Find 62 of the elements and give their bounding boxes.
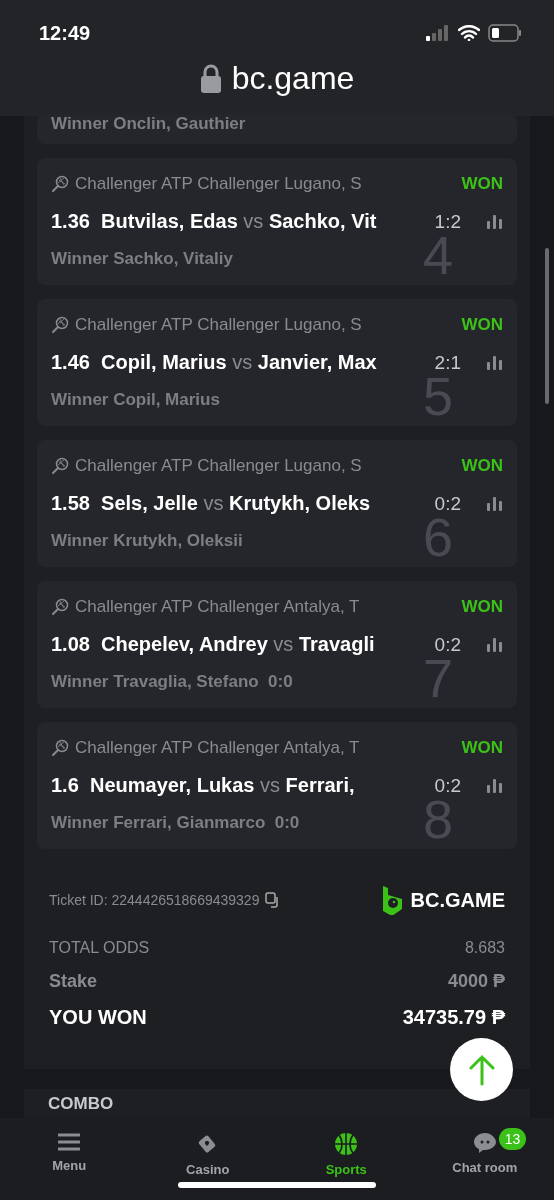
tennis-racket-icon [51,739,69,757]
tennis-racket-icon [51,175,69,193]
match-line: 1.58 Sels, Jelle vs Krutykh, Oleks [51,492,372,515]
menu-icon [58,1132,81,1152]
winner-text: Winner Copil, Marius [51,390,220,410]
league-name: Challenger ATP Challenger Lugano, S [75,174,363,194]
match-line: 1.46 Copil, Marius vs Janvier, Max [51,351,378,374]
summary-label: TOTAL ODDS [49,939,150,957]
battery-icon [488,24,522,42]
match-score: 0:2 [434,492,461,515]
tennis-racket-icon [51,457,69,475]
basketball-icon [334,1132,359,1156]
bet-status: WON [461,597,503,617]
summary-label: YOU WON [49,1006,147,1029]
unread-badge: 13 [498,1128,527,1150]
logo-icon [380,885,405,915]
summary-value: 34735.79 ₱ [402,1006,505,1029]
stats-icon[interactable] [485,636,503,653]
match-score: 0:2 [434,774,461,797]
wifi-icon [458,25,480,41]
brand-name: BC.GAME [410,888,505,912]
signal-icon [426,25,450,41]
bet-status: WON [461,315,503,335]
match-line: 1.08 Chepelev, Andrey vs Travagli [51,633,376,656]
winner-text: Winner Ferrari, Gianmarco 0:0 [51,813,300,833]
nav-tab[interactable]: Sports [277,1118,416,1200]
stats-icon[interactable] [485,495,503,512]
stats-icon[interactable] [485,777,503,794]
arrow-up-icon [468,1053,495,1086]
bet-status: WON [461,456,503,476]
bet-status: WON [461,738,503,758]
match-line: 1.36 Butvilas, Edas vs Sachko, Vit [51,210,378,233]
match-score: 0:2 [434,633,461,656]
scrollbar[interactable] [545,248,549,404]
league-name: Challenger ATP Challenger Lugano, S [75,456,363,476]
match-line: 1.6 Neumayer, Lukas vs Ferrari, [51,774,356,797]
summary-value: 8.683 [464,939,505,957]
stats-icon[interactable] [485,213,503,230]
winner-text: Winner Sachko, Vitaliy [51,249,233,269]
nav-tab[interactable]: Chat room 13 [415,1118,554,1200]
summary-label: Stake [49,971,98,992]
tennis-racket-icon [51,316,69,334]
status-time: 12:49 [39,21,91,45]
league-name: Challenger ATP Challenger Lugano, S [75,315,363,335]
url-address[interactable]: bc.game [231,60,355,97]
ticket-id: Ticket ID: 2244426518669439329 [49,892,260,908]
summary-value: 4000 ₱ [447,971,505,992]
tennis-racket-icon [51,598,69,616]
stats-icon[interactable] [485,354,503,371]
match-score: 1:2 [434,210,461,233]
section-title: COMBO [48,1094,114,1113]
winner-text: Winner Onclin, Gauthier [51,114,246,134]
chat-icon [472,1132,497,1154]
winner-text: Winner Krutykh, Oleksii [51,531,243,551]
league-name: Challenger ATP Challenger Antalya, T [75,597,361,617]
bet-status: WON [461,174,503,194]
nav-tab[interactable]: Menu [0,1118,139,1200]
winner-text: Winner Travaglia, Stefano 0:0 [51,672,293,692]
lock-icon [199,63,222,94]
nav-tab[interactable]: Casino [138,1118,277,1200]
match-score: 2:1 [434,351,461,374]
league-name: Challenger ATP Challenger Antalya, T [75,738,361,758]
